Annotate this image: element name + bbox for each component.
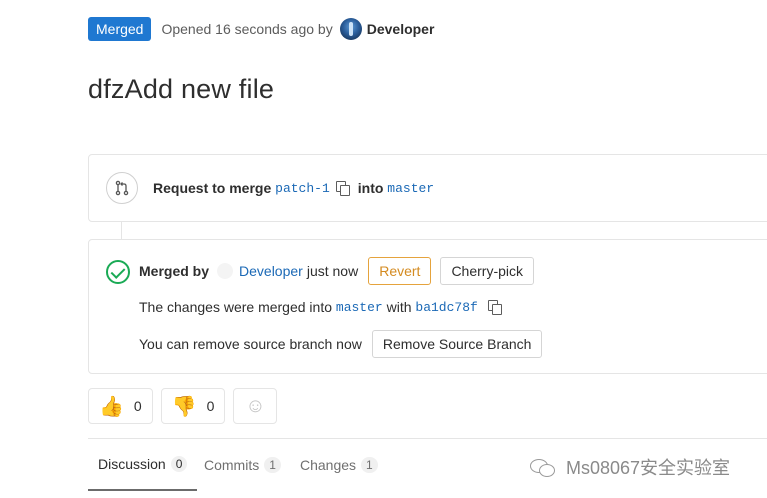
- thumbs-up-button[interactable]: 👍 0: [88, 388, 153, 424]
- wechat-icon: [530, 457, 556, 477]
- remove-branch-row: You can remove source branch now Remove …: [139, 330, 543, 358]
- changes-merged-text: The changes were merged into: [139, 299, 332, 315]
- thumbs-up-icon: 👍: [99, 395, 124, 418]
- cherry-pick-button[interactable]: Cherry-pick: [440, 257, 535, 285]
- thumbs-up-count: 0: [133, 398, 142, 414]
- tab-changes-count: 1: [361, 457, 378, 473]
- commit-sha-link[interactable]: ba1dc78f: [415, 300, 477, 315]
- check-circle-icon: [106, 260, 130, 284]
- merger-link[interactable]: Developer: [239, 263, 303, 279]
- merge-request-icon: [106, 172, 138, 204]
- thumbs-down-button[interactable]: 👎 0: [160, 388, 226, 424]
- remove-branch-text: You can remove source branch now: [139, 336, 362, 352]
- status-badge: Merged: [88, 17, 152, 41]
- tab-discussion-count: 0: [170, 456, 188, 472]
- into-label: into: [357, 180, 384, 196]
- merged-by-label: Merged by: [139, 263, 210, 279]
- source-branch-link[interactable]: patch-1: [275, 181, 330, 196]
- merged-into-row: The changes were merged into master with…: [139, 298, 510, 316]
- revert-button[interactable]: Revert: [368, 257, 432, 285]
- merged-target-branch-link[interactable]: master: [336, 300, 383, 315]
- watermark: Ms08067安全实验室: [530, 454, 730, 480]
- tab-discussion-label: Discussion: [98, 456, 166, 472]
- merger-avatar[interactable]: [217, 263, 234, 279]
- request-label: Request to merge: [153, 180, 272, 196]
- merged-widget: Merged by Developer just now Revert Cher…: [88, 239, 767, 374]
- target-branch-link[interactable]: master: [387, 181, 434, 196]
- tab-commits[interactable]: Commits 1: [194, 439, 291, 491]
- page-title: dfzAdd new file: [88, 74, 275, 104]
- tab-changes[interactable]: Changes 1: [290, 439, 388, 491]
- remove-source-branch-button[interactable]: Remove Source Branch: [371, 330, 543, 358]
- merged-time: just now: [306, 263, 359, 279]
- copy-branch-icon[interactable]: [335, 181, 350, 196]
- award-emoji-bar: 👍 0 👎 0 ☺: [88, 388, 278, 424]
- merged-by-row: Merged by Developer just now Revert Cher…: [139, 257, 535, 285]
- add-reaction-button[interactable]: ☺: [233, 388, 278, 424]
- thumbs-down-count: 0: [206, 398, 215, 414]
- mr-status-line: Merged Opened 16 seconds ago by Develope…: [88, 17, 434, 41]
- tab-commits-count: 1: [264, 457, 281, 473]
- with-label: with: [386, 299, 412, 315]
- thumbs-down-icon: 👎: [171, 395, 197, 418]
- tab-discussion[interactable]: Discussion 0: [88, 439, 198, 491]
- merge-request-widget: Request to merge patch-1 into master: [88, 154, 767, 222]
- author-avatar[interactable]: [339, 18, 362, 40]
- opened-text: Opened 16 seconds ago by: [161, 21, 333, 37]
- tab-commits-label: Commits: [204, 457, 260, 473]
- tab-changes-label: Changes: [300, 457, 357, 473]
- watermark-text: Ms08067安全实验室: [566, 458, 731, 478]
- request-text: Request to merge patch-1 into master: [153, 180, 434, 196]
- timeline-connector: [121, 222, 122, 240]
- author-link[interactable]: Developer: [367, 21, 435, 37]
- copy-sha-icon[interactable]: [487, 300, 502, 315]
- smiley-icon: ☺: [245, 394, 266, 417]
